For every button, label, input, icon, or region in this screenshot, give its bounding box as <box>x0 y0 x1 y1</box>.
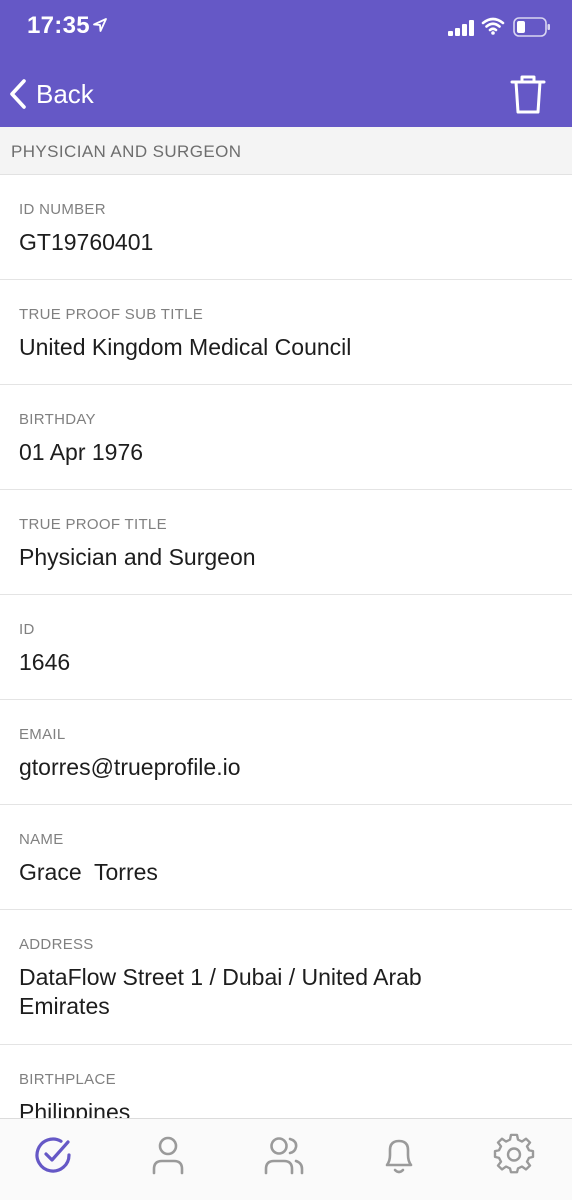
header: 17:35 Back <box>0 0 572 127</box>
field-value: 1646 <box>19 649 71 675</box>
tab-bar <box>0 1118 572 1200</box>
field-value: DataFlow Street 1 / Dubai / United Arab … <box>19 964 422 1019</box>
field-label: TRUE PROOF TITLE <box>19 516 167 533</box>
check-circle-icon <box>35 1137 71 1173</box>
field-id: ID 1646 <box>0 595 572 700</box>
gear-icon <box>493 1133 535 1174</box>
delete-button[interactable] <box>508 72 548 116</box>
field-value: gtorres@trueprofile.io <box>19 754 241 780</box>
field-email: EMAIL gtorres@trueprofile.io <box>0 700 572 805</box>
section-title: PHYSICIAN AND SURGEON <box>11 142 242 161</box>
field-label: ID NUMBER <box>19 201 106 218</box>
status-bar: 17:35 <box>0 0 572 54</box>
tab-verified[interactable] <box>31 1133 75 1177</box>
field-value: United Kingdom Medical Council <box>19 334 352 360</box>
battery-icon <box>513 17 550 37</box>
field-label: EMAIL <box>19 726 66 743</box>
users-icon <box>264 1137 304 1175</box>
status-time: 17:35 <box>27 12 90 39</box>
field-label: TRUE PROOF SUB TITLE <box>19 306 204 323</box>
field-value: 01 Apr 1976 <box>19 439 144 465</box>
tab-notifications[interactable] <box>377 1133 421 1177</box>
field-value: GT19760401 <box>19 229 154 255</box>
tab-contacts[interactable] <box>262 1133 306 1177</box>
signal-icon <box>448 20 474 36</box>
chevron-left-icon <box>10 79 26 109</box>
back-label: Back <box>36 78 94 109</box>
field-value: Grace Torres <box>19 859 158 885</box>
user-icon <box>152 1136 184 1175</box>
trash-icon <box>510 75 546 114</box>
field-label: NAME <box>19 831 64 848</box>
field-true-proof-sub-title: TRUE PROOF SUB TITLE United Kingdom Medi… <box>0 280 572 385</box>
field-label: BIRTHDAY <box>19 411 96 428</box>
wifi-icon <box>481 17 505 35</box>
tab-profile[interactable] <box>146 1133 190 1177</box>
location-arrow-icon <box>93 18 107 32</box>
field-id-number: ID NUMBER GT19760401 <box>0 175 572 280</box>
tab-settings[interactable] <box>492 1133 536 1177</box>
field-name: NAME Grace Torres <box>0 805 572 910</box>
field-value: Physician and Surgeon <box>19 544 256 570</box>
bell-icon <box>385 1139 413 1174</box>
field-label: BIRTHPLACE <box>19 1071 116 1088</box>
navigation-bar: Back <box>0 66 572 122</box>
field-address: ADDRESS DataFlow Street 1 / Dubai / Unit… <box>0 910 572 1045</box>
field-true-proof-title: TRUE PROOF TITLE Physician and Surgeon <box>0 490 572 595</box>
back-button[interactable]: Back <box>8 76 94 112</box>
field-label: ID <box>19 621 35 638</box>
field-birthday: BIRTHDAY 01 Apr 1976 <box>0 385 572 490</box>
section-header: PHYSICIAN AND SURGEON <box>0 127 572 175</box>
field-list: ID NUMBER GT19760401 TRUE PROOF SUB TITL… <box>0 175 572 1150</box>
field-label: ADDRESS <box>19 936 94 953</box>
